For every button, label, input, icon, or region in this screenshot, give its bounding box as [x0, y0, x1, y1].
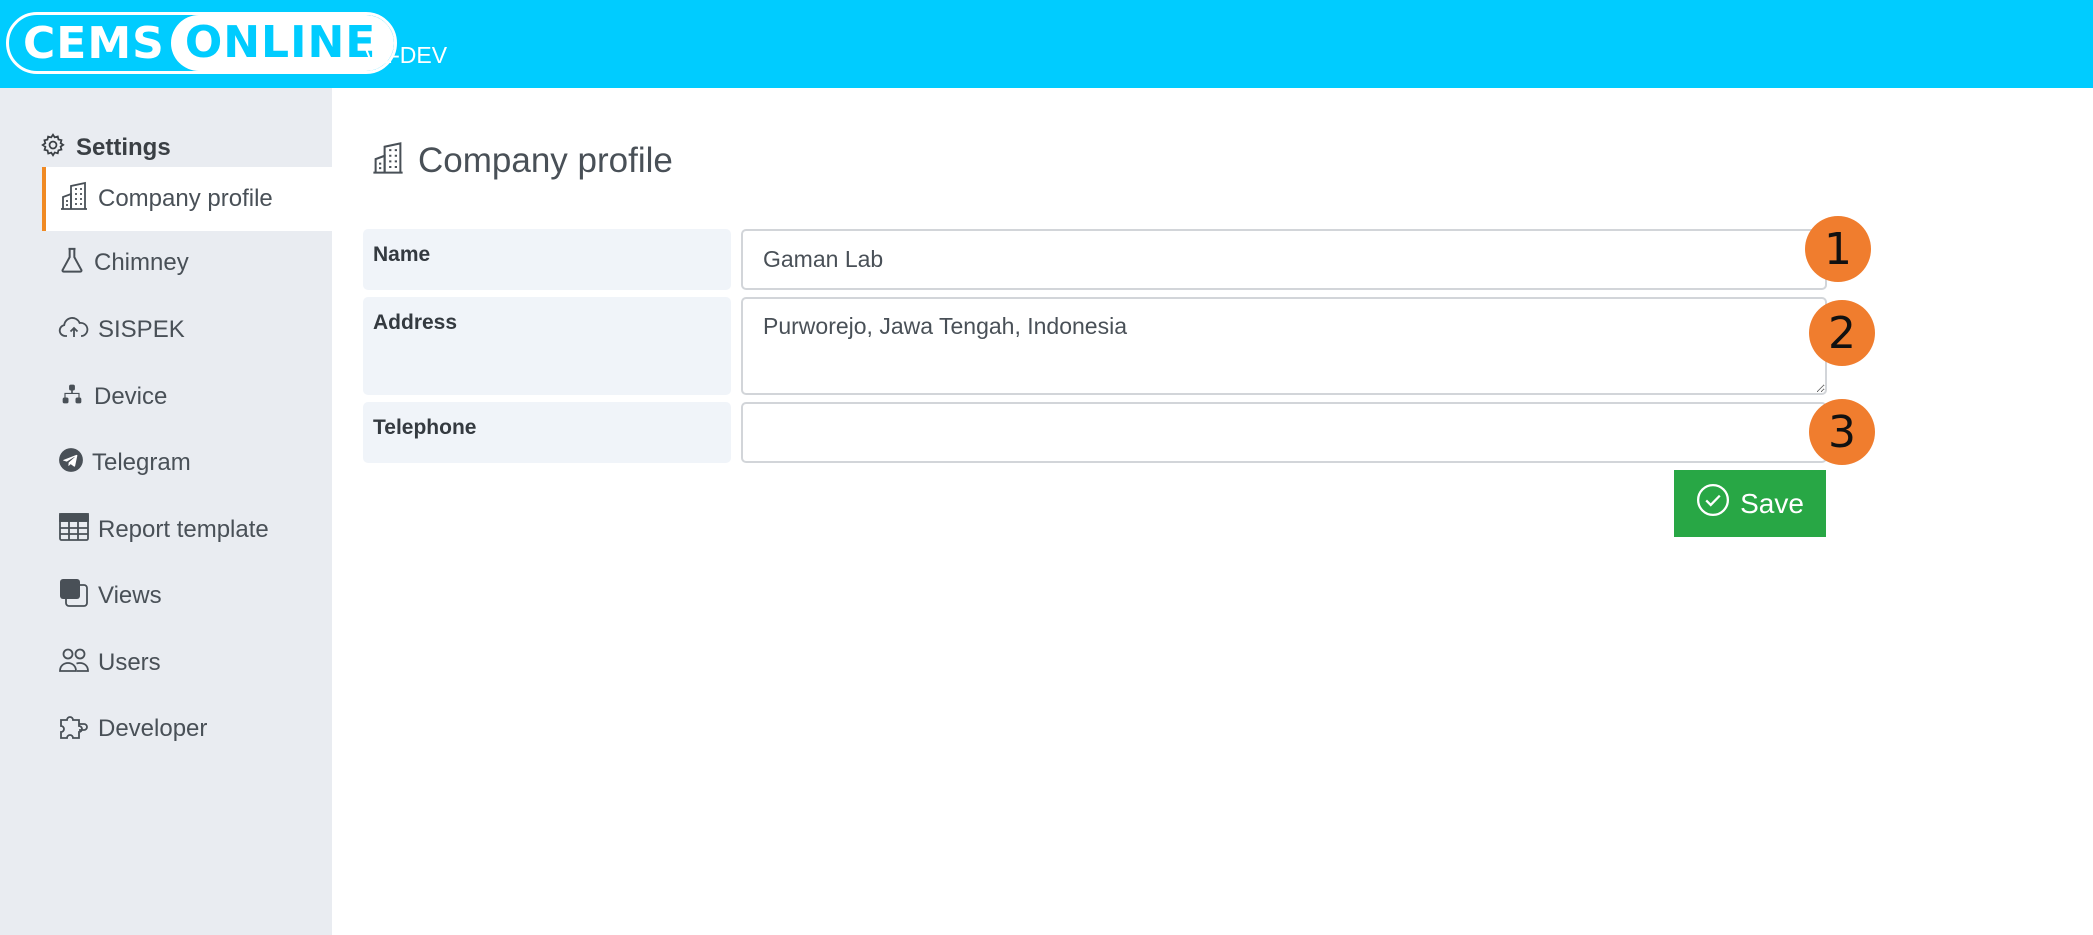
- logo-text-cems: CEMS: [23, 17, 165, 69]
- sidebar-item-views[interactable]: Views: [42, 564, 332, 628]
- logo-text-online: ONLINE: [170, 15, 395, 71]
- people-icon: [58, 646, 90, 681]
- telegram-icon: [58, 447, 84, 480]
- save-button-label: Save: [1740, 487, 1804, 519]
- building-icon: [370, 140, 406, 181]
- sidebar-item-label: Users: [98, 649, 161, 676]
- sidebar-title-label: Settings: [76, 133, 171, 161]
- cloud-upload-icon: [58, 313, 90, 348]
- telephone-field[interactable]: [741, 402, 1827, 463]
- logo-pill: CEMS ONLINE: [6, 12, 398, 74]
- sidebar-item-label: Device: [94, 383, 168, 410]
- sidebar-item-users[interactable]: Users: [42, 631, 332, 695]
- telephone-label: Telephone: [363, 402, 731, 463]
- sidebar-item-label: Report template: [98, 516, 269, 543]
- puzzle-icon: [58, 712, 90, 747]
- sidebar-item-company-profile[interactable]: Company profile: [42, 167, 332, 231]
- sidebar-title: Settings: [40, 132, 171, 163]
- sidebar-item-label: SISPEK: [98, 316, 185, 343]
- version-label: V1-DEV: [364, 42, 448, 68]
- annotation-marker-1: 1: [1805, 216, 1871, 282]
- sidebar-item-label: Company profile: [98, 185, 273, 212]
- annotation-marker-2: 2: [1809, 300, 1875, 366]
- save-button[interactable]: Save: [1674, 470, 1826, 537]
- stack-icon: [58, 577, 90, 616]
- sidebar-item-label: Telegram: [92, 449, 191, 476]
- address-label: Address: [363, 297, 731, 395]
- app-logo[interactable]: CEMS ONLINE: [6, 12, 398, 74]
- sidebar-item-telegram[interactable]: Telegram: [42, 431, 332, 495]
- top-header: CEMS ONLINE V1-DEV: [0, 0, 2093, 88]
- name-field[interactable]: [741, 229, 1827, 290]
- diagram-icon: [58, 380, 86, 415]
- table-icon: [58, 512, 90, 549]
- sidebar-item-report-template[interactable]: Report template: [42, 498, 332, 562]
- building-icon: [58, 180, 90, 219]
- sidebar-item-device[interactable]: Device: [42, 365, 332, 429]
- flask-icon: [58, 246, 86, 281]
- gear-icon: [40, 132, 66, 163]
- sidebar-item-label: Chimney: [94, 249, 189, 276]
- sidebar-item-label: Views: [98, 582, 162, 609]
- sidebar-item-chimney[interactable]: Chimney: [42, 231, 332, 295]
- address-field[interactable]: Purworejo, Jawa Tengah, Indonesia: [741, 297, 1827, 395]
- check-circle-icon: [1696, 483, 1730, 524]
- name-label: Name: [363, 229, 731, 290]
- annotation-marker-3: 3: [1809, 399, 1875, 465]
- sidebar-item-label: Developer: [98, 715, 208, 742]
- page-title: Company profile: [370, 140, 673, 181]
- sidebar-item-developer[interactable]: Developer: [42, 697, 332, 761]
- page-title-label: Company profile: [418, 140, 673, 180]
- sidebar-item-sispek[interactable]: SISPEK: [42, 298, 332, 362]
- sidebar: Settings Company profile Chimney SISPEK: [0, 88, 332, 935]
